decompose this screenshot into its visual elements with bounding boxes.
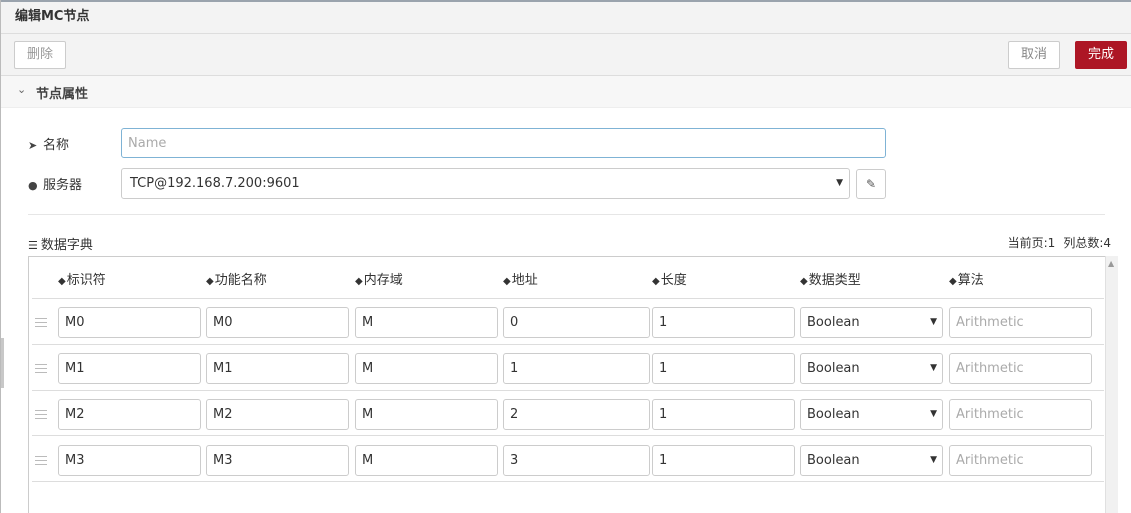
column-header-address: ◆地址 [503,269,538,288]
data-type-input[interactable]: Boolean ▼ [800,307,943,338]
address-input[interactable]: 1 [503,353,650,384]
server-label-text: 服务器 [43,178,83,193]
column-header-identifier: ◆标识符 [58,269,106,288]
dictionary-label: ☰ 数据字典 [28,234,93,253]
memory-area-input[interactable]: M [355,307,498,338]
cancel-button[interactable]: 取消 [1008,41,1060,69]
tag-icon: ◆ [949,276,957,287]
length-input[interactable]: 1 [652,399,795,430]
column-header-length: ◆长度 [652,269,687,288]
column-header-data-type: ◆数据类型 [800,269,861,288]
chevron-down-icon[interactable]: ⌄ [17,83,26,96]
function-name-input[interactable]: M2 [206,399,349,430]
column-header-label: 地址 [511,273,538,288]
name-label: ➤ 名称 [28,134,69,153]
dropdown-arrow-icon: ▼ [930,455,937,465]
server-label: ● 服务器 [28,174,82,193]
divider [28,214,1105,215]
column-header-label: 功能名称 [214,273,267,288]
column-header-label: 标识符 [66,273,106,288]
tag-icon: ◆ [206,276,214,287]
row-divider [32,481,1104,482]
data-type-input[interactable]: Boolean ▼ [800,445,943,476]
function-name-input[interactable]: M1 [206,353,349,384]
column-header-label: 长度 [660,273,687,288]
column-header-algorithm: ◆算法 [949,269,984,288]
length-input[interactable]: 1 [652,353,795,384]
column-header-label: 数据类型 [808,273,861,288]
tag-icon: ◆ [800,276,808,287]
name-input[interactable] [121,128,886,158]
row-divider [32,298,1104,299]
row-divider [32,390,1104,391]
data-type-value: Boolean [807,453,860,468]
identifier-input[interactable]: M0 [58,307,201,338]
tag-icon: ◆ [58,276,66,287]
algorithm-input[interactable]: Arithmetic [949,445,1092,476]
function-name-input[interactable]: M3 [206,445,349,476]
address-input[interactable]: 2 [503,399,650,430]
identifier-input[interactable]: M2 [58,399,201,430]
column-header-label: 算法 [957,273,984,288]
name-label-text: 名称 [43,138,70,153]
column-header-label: 内存域 [363,273,403,288]
done-button[interactable]: 完成 [1075,41,1127,69]
scroll-up-icon[interactable]: ▲ [1108,259,1114,268]
tag-icon: ◆ [652,276,660,287]
algorithm-input[interactable]: Arithmetic [949,399,1092,430]
row-divider [32,435,1104,436]
row-divider [32,344,1104,345]
memory-area-input[interactable]: M [355,353,498,384]
dialog-title: 编辑MC节点 [1,2,1131,34]
dictionary-title: 数据字典 [40,238,93,253]
tag-icon: ◆ [503,276,511,287]
identifier-input[interactable]: M3 [58,445,201,476]
algorithm-input[interactable]: Arithmetic [949,353,1092,384]
algorithm-input[interactable]: Arithmetic [949,307,1092,338]
globe-icon: ● [28,179,38,192]
server-select[interactable]: TCP@192.168.7.200:9601 ▼ [121,168,850,199]
drag-handle-icon[interactable] [35,410,47,419]
edit-server-button[interactable]: ✎ [856,169,886,199]
list-icon: ☰ [28,239,38,252]
current-page: 当前页:1 [1007,236,1056,250]
data-type-value: Boolean [807,361,860,376]
dropdown-arrow-icon: ▼ [930,363,937,373]
data-type-input[interactable]: Boolean ▼ [800,353,943,384]
dictionary-table: ◆标识符 ◆功能名称 ◆内存域 ◆地址 ◆长度 ◆数据类型 ◆算法 M0 M0 M 0 1 Boolea… [28,256,1118,513]
toolbar: 删除 取消 完成 [1,34,1131,76]
memory-area-input[interactable]: M [355,445,498,476]
data-type-input[interactable]: Boolean ▼ [800,399,943,430]
pencil-icon: ✎ [865,177,877,191]
column-count: 列总数:4 [1063,236,1111,250]
length-input[interactable]: 1 [652,307,795,338]
section-title: 节点属性 [36,87,89,102]
drag-handle-icon[interactable] [35,456,47,465]
address-input[interactable]: 3 [503,445,650,476]
page-info: 当前页:1 列总数:4 [1008,234,1111,251]
tag-icon: ➤ [28,139,38,152]
server-value: TCP@192.168.7.200:9601 [130,176,300,191]
dropdown-arrow-icon: ▼ [930,317,937,327]
tag-icon: ◆ [355,276,363,287]
drag-handle-icon[interactable] [35,364,47,373]
section-header[interactable]: ⌄ 节点属性 [1,76,1131,108]
data-type-value: Boolean [807,315,860,330]
identifier-input[interactable]: M1 [58,353,201,384]
dropdown-arrow-icon: ▼ [930,409,937,419]
data-type-value: Boolean [807,407,860,422]
length-input[interactable]: 1 [652,445,795,476]
edit-node-dialog: 编辑MC节点 删除 取消 完成 ⌄ 节点属性 ➤ 名称 ● 服务器 TCP@192.… [0,0,1131,513]
resize-grip[interactable] [1,338,4,388]
function-name-input[interactable]: M0 [206,307,349,338]
column-header-function-name: ◆功能名称 [206,269,267,288]
scrollbar[interactable]: ▲ [1105,256,1118,513]
address-input[interactable]: 0 [503,307,650,338]
memory-area-input[interactable]: M [355,399,498,430]
dropdown-arrow-icon: ▼ [836,178,843,188]
delete-button[interactable]: 删除 [14,41,66,69]
drag-handle-icon[interactable] [35,318,47,327]
column-header-memory-area: ◆内存域 [355,269,403,288]
